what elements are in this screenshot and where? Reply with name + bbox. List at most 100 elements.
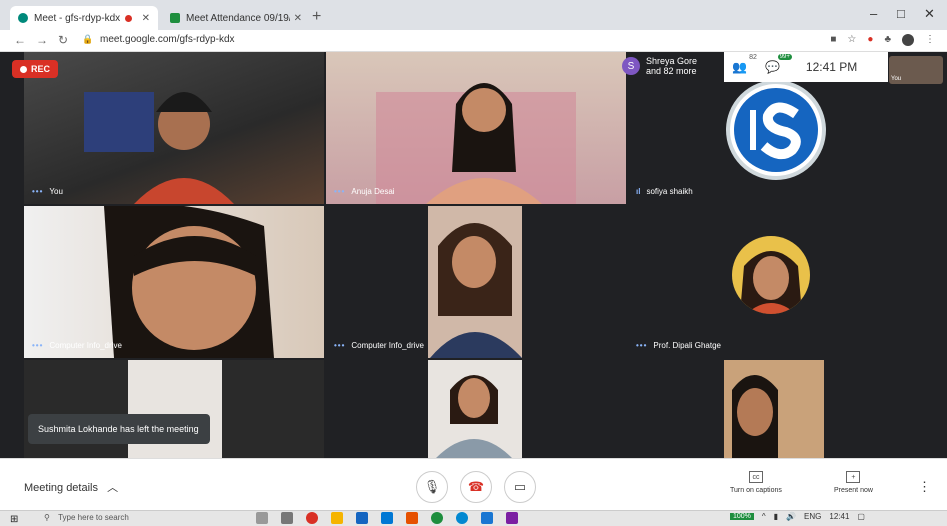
meeting-details-button[interactable]: Meeting details ︿: [24, 479, 118, 495]
chrome-icon[interactable]: [306, 512, 318, 524]
office-icon[interactable]: [406, 512, 418, 524]
participant-video: [724, 360, 824, 458]
chip-line2: and 82 more: [646, 66, 697, 76]
people-icon: 👥: [732, 60, 747, 74]
back-icon[interactable]: ←: [14, 33, 26, 47]
app-icon[interactable]: [431, 512, 443, 524]
shield-icon[interactable]: ●: [867, 34, 873, 46]
video-tile-computer-info-1[interactable]: ••• Computer Info_drive: [24, 206, 324, 358]
more-options-icon[interactable]: ⋮: [918, 479, 931, 495]
chat-badge: 99+: [777, 54, 792, 60]
task-view-icon[interactable]: [281, 512, 293, 524]
taskbar-apps: [256, 512, 518, 524]
lock-icon: 🔒: [82, 34, 94, 44]
participant-name: Anuja Desai: [351, 187, 395, 196]
skype-icon[interactable]: [456, 512, 468, 524]
tab-title: Meet - gfs-rdyp-kdx: [34, 12, 121, 24]
tray-chevron-icon[interactable]: ^: [762, 512, 766, 521]
extension-icons: ■ ☆ ● ♣ ⋮: [830, 34, 935, 46]
video-tile-row3-2[interactable]: [326, 360, 626, 458]
sheets-favicon-icon: [170, 13, 180, 23]
self-view-label: You: [891, 76, 902, 82]
left-meeting-toast: Sushmita Lokhande has left the meeting: [28, 414, 210, 444]
search-icon: ⚲: [44, 513, 50, 522]
app2-icon[interactable]: [506, 512, 518, 524]
language-indicator[interactable]: ENG: [804, 512, 821, 521]
cortana-icon[interactable]: [256, 512, 268, 524]
file-explorer-icon[interactable]: [331, 512, 343, 524]
profile-avatar[interactable]: [902, 34, 914, 46]
toast-text: Sushmita Lokhande has left the meeting: [38, 424, 199, 434]
video-tile-you[interactable]: ••• You: [24, 52, 324, 204]
tile-label: ••• Anuja Desai: [334, 187, 395, 196]
battery-indicator[interactable]: 100%: [730, 513, 754, 520]
participant-chip[interactable]: S Shreya Gore and 82 more: [622, 56, 697, 76]
rec-label: REC: [31, 64, 51, 74]
participant-video: [428, 206, 522, 358]
video-tile-row3-3[interactable]: [628, 360, 947, 458]
mail-icon[interactable]: [381, 512, 393, 524]
photos-icon[interactable]: [481, 512, 493, 524]
recording-indicator-icon: [124, 14, 132, 22]
forward-icon[interactable]: →: [36, 33, 48, 47]
camera-icon[interactable]: ■: [830, 34, 836, 46]
url-text: meet.google.com/gfs-rdyp-kdx: [100, 34, 235, 45]
maximize-icon[interactable]: □: [897, 6, 905, 21]
taskbar-clock[interactable]: 12:41: [829, 512, 849, 521]
windows-start-icon[interactable]: ⊞: [10, 514, 18, 525]
minimize-icon[interactable]: –: [870, 6, 877, 21]
tile-label: ••• Prof. Dipali Ghatge: [636, 341, 721, 350]
avatar-photo: [740, 251, 802, 314]
present-button[interactable]: + Present now: [834, 471, 873, 494]
tile-label: ••• Computer Info_drive: [32, 341, 122, 350]
close-tab-icon[interactable]: ✕: [294, 13, 302, 24]
iss-logo: [726, 80, 826, 180]
volume-icon[interactable]: 🔊: [786, 512, 796, 521]
participant-chip-text: Shreya Gore and 82 more: [646, 56, 697, 76]
microphone-button[interactable]: 🎙: [416, 471, 448, 503]
end-call-button[interactable]: ☎: [460, 471, 492, 503]
store-icon[interactable]: [356, 512, 368, 524]
camera-button[interactable]: ▭: [504, 471, 536, 503]
browser-tab-strip: Meet - gfs-rdyp-kdx ✕ Meet Attendance 09…: [0, 0, 947, 30]
recording-badge: REC: [12, 60, 59, 78]
notifications-icon[interactable]: ▢: [857, 512, 865, 521]
star-icon[interactable]: ☆: [847, 34, 856, 46]
tile-label: ••• Computer Info_drive: [334, 341, 424, 350]
captions-button[interactable]: cc Turn on captions: [730, 471, 782, 494]
menu-icon[interactable]: ⋮: [925, 34, 935, 46]
reload-icon[interactable]: ↻: [58, 33, 68, 47]
microphone-icon: 🎙: [423, 479, 441, 494]
puzzle-icon[interactable]: ♣: [884, 34, 891, 46]
video-tile-computer-info-2[interactable]: ••• Computer Info_drive: [326, 206, 626, 358]
audio-dots-icon: •••: [32, 341, 44, 350]
present-icon: +: [846, 471, 861, 483]
close-tab-icon[interactable]: ✕: [142, 13, 150, 24]
new-tab-icon[interactable]: +: [312, 8, 321, 26]
chat-button[interactable]: 💬 99+: [765, 54, 792, 74]
meeting-clock: 12:41 PM: [805, 60, 858, 74]
close-window-icon[interactable]: ✕: [924, 6, 935, 22]
hang-up-icon: ☎: [467, 479, 485, 494]
address-bar: ← → ↻ 🔒 meet.google.com/gfs-rdyp-kdx ■ ☆…: [0, 30, 947, 52]
tab-title: Meet Attendance 09/19/2020 -: [186, 12, 290, 24]
participant-video: [376, 83, 576, 204]
profile-avatar: [732, 236, 810, 314]
record-dot-icon: [20, 65, 27, 73]
participant-video: [428, 360, 522, 458]
taskbar-search[interactable]: ⚲ Type here to search: [44, 513, 129, 522]
meeting-details-label: Meeting details: [24, 482, 98, 494]
audio-dots-icon: •••: [334, 187, 346, 196]
video-tile-anuja[interactable]: ••• Anuja Desai: [326, 52, 626, 204]
tab-attendance[interactable]: Meet Attendance 09/19/2020 - ✕: [162, 6, 310, 30]
video-tile-dipali[interactable]: ••• Prof. Dipali Ghatge: [628, 206, 947, 358]
tab-meet[interactable]: Meet - gfs-rdyp-kdx ✕: [10, 6, 158, 30]
network-icon[interactable]: ▮: [774, 512, 778, 521]
meet-favicon-icon: [18, 13, 28, 23]
participant-initial-avatar: S: [622, 57, 640, 75]
audio-wave-icon: ıl: [636, 187, 641, 196]
chip-line1: Shreya Gore: [646, 56, 698, 66]
url-field[interactable]: 🔒 meet.google.com/gfs-rdyp-kdx: [82, 34, 235, 45]
self-view-thumbnail[interactable]: You: [889, 56, 943, 84]
people-button[interactable]: 👥 82: [732, 54, 757, 74]
